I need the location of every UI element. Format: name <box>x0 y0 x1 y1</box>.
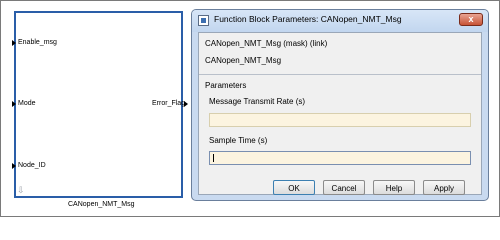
input-port-arrow <box>12 101 16 107</box>
parameters-section-label: Parameters <box>205 81 247 90</box>
parameters-dialog: Function Block Parameters: CANopen_NMT_M… <box>191 9 489 201</box>
input-port-arrow <box>12 163 16 169</box>
ok-button[interactable]: OK <box>273 180 315 195</box>
link-arrow-icon: ⇩ <box>17 185 25 195</box>
input-port-arrow <box>12 40 16 46</box>
dialog-title: Function Block Parameters: CANopen_NMT_M… <box>214 14 402 24</box>
sample-time-field[interactable] <box>209 151 471 165</box>
text-cursor <box>213 154 214 162</box>
mask-title: CANopen_NMT_Msg (mask) (link) <box>205 39 328 48</box>
help-button[interactable]: Help <box>373 180 415 195</box>
input-port-node-id: Node_ID <box>18 162 46 169</box>
input-port-mode: Mode <box>18 100 36 107</box>
sample-time-label: Sample Time (s) <box>209 136 268 145</box>
output-port-arrow <box>184 101 188 107</box>
mask-description-area: CANopen_NMT_Msg (mask) (link) CANopen_NM… <box>199 33 481 77</box>
cancel-button[interactable]: Cancel <box>323 180 365 195</box>
dialog-client-area: CANopen_NMT_Msg (mask) (link) CANopen_NM… <box>198 32 482 195</box>
mask-description: CANopen_NMT_Msg <box>205 56 282 65</box>
block-name-label: CANopen_NMT_Msg <box>68 201 135 208</box>
dialog-titlebar[interactable]: Function Block Parameters: CANopen_NMT_M… <box>192 10 488 32</box>
message-transmit-rate-label: Message Transmit Rate (s) <box>209 97 306 106</box>
close-button[interactable]: x <box>459 13 483 26</box>
window-icon <box>198 15 209 26</box>
output-port-error-flag: Error_Flag <box>152 100 186 107</box>
input-port-enable-msg: Enable_msg <box>18 39 57 46</box>
message-transmit-rate-field[interactable] <box>209 113 471 127</box>
section-divider <box>199 74 481 75</box>
apply-button[interactable]: Apply <box>423 180 465 195</box>
